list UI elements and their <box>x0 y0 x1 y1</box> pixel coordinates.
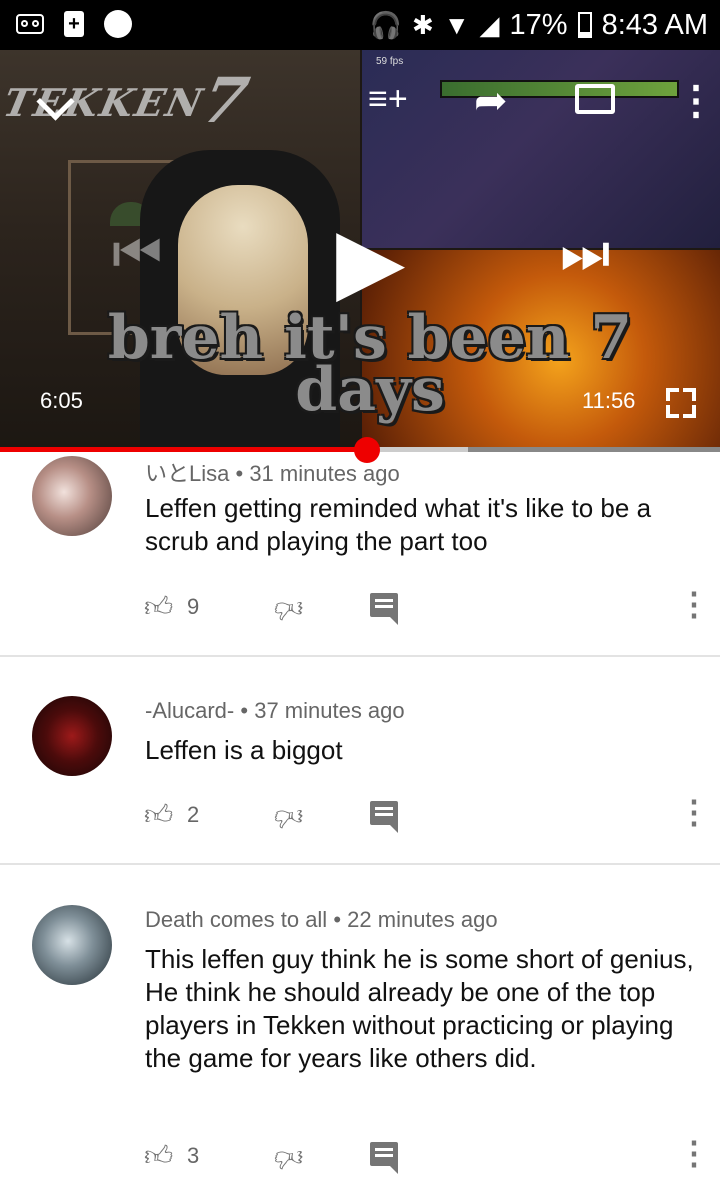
comment-actions: 👍︎ 2 👍︎ ⋮ <box>0 796 720 838</box>
more-vert-icon[interactable]: ⋮ <box>678 588 710 620</box>
next-icon[interactable]: ⏭ <box>560 220 610 287</box>
thumbs-down-icon[interactable]: 👍︎ <box>274 592 303 626</box>
like-count: 2 <box>187 802 200 827</box>
status-bar: + 🎧 ✱ ▼ ◢ 17% 8:43 AM <box>0 0 720 50</box>
previous-icon[interactable]: ⏮ <box>112 220 162 287</box>
comment-author[interactable]: いとLisa <box>145 461 229 486</box>
avatar[interactable] <box>32 696 112 776</box>
thumbs-down-icon[interactable]: 👍︎ <box>274 1141 303 1175</box>
reply-icon[interactable] <box>370 1142 398 1174</box>
comment-author[interactable]: -Alucard- <box>145 698 234 723</box>
cast-icon[interactable] <box>575 84 615 114</box>
watermark-text: TEKKEN <box>0 80 209 125</box>
meta-separator: • <box>235 461 244 486</box>
divider <box>0 863 720 865</box>
comment-actions: 👍︎ 9 👍︎ ⋮ <box>0 588 720 630</box>
comment-author[interactable]: Death comes to all <box>145 907 327 932</box>
comment-item: Death comes to all • 22 minutes ago This… <box>0 903 720 1196</box>
divider <box>0 655 720 657</box>
game-logo-watermark: TEKKEN7 <box>0 58 258 137</box>
notification-dot-icon <box>104 10 132 38</box>
video-player[interactable]: 59 fps TEKKEN7 breh it's been 7 days ≡+ … <box>0 50 720 450</box>
comment-text: Leffen getting reminded what it's like t… <box>145 493 652 556</box>
comment-text: Leffen is a biggot <box>145 735 343 765</box>
comment-item: いとLisa • 31 minutes ago Leffen getting r… <box>0 452 720 655</box>
battery-plus-icon: + <box>64 11 84 37</box>
comment-meta: -Alucard- • 37 minutes ago <box>145 698 405 724</box>
like-count: 3 <box>187 1143 200 1168</box>
comment-actions: 👍︎ 3 👍︎ ⋮ <box>0 1137 720 1179</box>
battery-icon <box>577 12 592 38</box>
comment-item: -Alucard- • 37 minutes ago Leffen is a b… <box>0 694 720 864</box>
share-icon[interactable]: ➦ <box>474 78 508 124</box>
fps-label: 59 fps <box>376 56 404 67</box>
more-vert-icon[interactable]: ⋮ <box>678 796 710 828</box>
like-count: 9 <box>187 594 200 619</box>
avatar[interactable] <box>32 905 112 985</box>
reply-icon[interactable] <box>370 801 398 833</box>
comment-meta: いとLisa • 31 minutes ago <box>145 456 400 488</box>
thumbs-up-icon[interactable]: 👍︎ <box>144 798 173 832</box>
current-time: 6:05 <box>40 388 83 413</box>
battery-percent: 17% <box>509 8 568 41</box>
wifi-icon: ▼ <box>443 10 470 40</box>
meta-separator: • <box>333 907 342 932</box>
headphones-icon: 🎧 <box>369 10 403 40</box>
comment-age: 37 minutes ago <box>254 698 405 723</box>
more-vert-icon[interactable]: ⋮ <box>676 78 716 124</box>
thumbs-up-icon[interactable]: 👍︎ <box>144 590 173 624</box>
reply-icon[interactable] <box>370 593 398 625</box>
avatar[interactable] <box>32 456 112 536</box>
comment-meta: Death comes to all • 22 minutes ago <box>145 907 498 933</box>
voicemail-icon <box>16 14 44 34</box>
comment-age: 31 minutes ago <box>249 461 400 486</box>
signal-icon: ◢ <box>479 10 500 40</box>
bluetooth-icon: ✱ <box>412 10 434 40</box>
comment-age: 22 minutes ago <box>347 907 498 932</box>
fullscreen-icon[interactable] <box>666 388 696 418</box>
thumbs-down-icon[interactable]: 👍︎ <box>274 800 303 834</box>
add-to-queue-icon[interactable]: ≡+ <box>368 80 408 119</box>
meta-separator: • <box>240 698 249 723</box>
clock: 8:43 AM <box>601 8 708 41</box>
comment-text: This leffen guy think he is some short o… <box>145 944 694 1073</box>
play-icon[interactable]: ▶ <box>336 208 405 313</box>
duration: 11:56 <box>582 388 636 413</box>
more-vert-icon[interactable]: ⋮ <box>678 1137 710 1169</box>
thumbs-up-icon[interactable]: 👍︎ <box>144 1139 173 1173</box>
